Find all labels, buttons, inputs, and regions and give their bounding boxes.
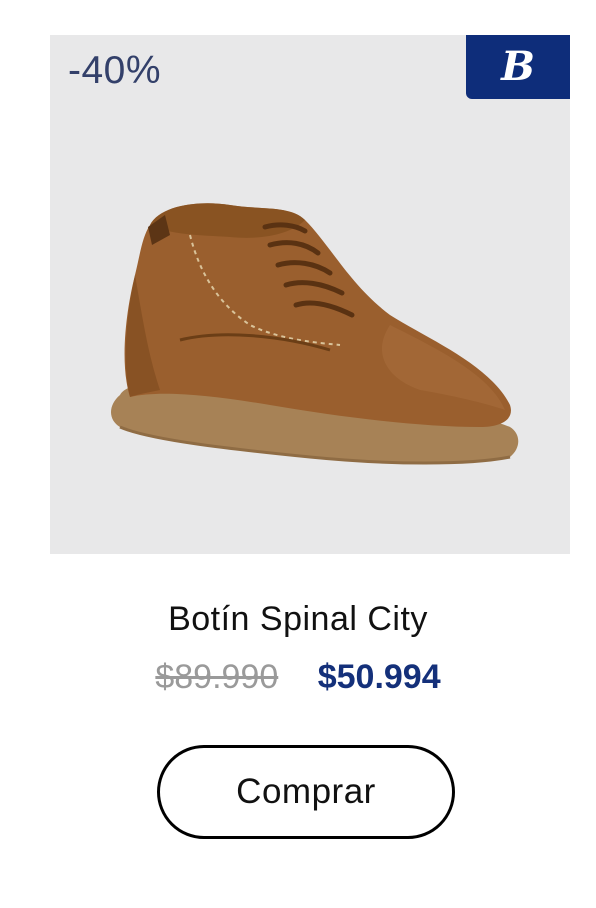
price-row: $89.990 $50.994 (0, 658, 596, 697)
shoe-image (111, 203, 519, 465)
discount-badge: -40% (68, 49, 162, 92)
product-title[interactable]: Botín Spinal City (0, 600, 596, 639)
old-price: $89.990 (155, 658, 279, 696)
buy-button[interactable]: Comprar (157, 745, 455, 839)
brand-logo-letter: B (501, 43, 535, 90)
brand-logo: B (466, 35, 570, 99)
product-card: -40% B Botín Spinal City $89.990 $50.994… (0, 0, 596, 908)
new-price: $50.994 (317, 658, 441, 696)
product-image-box[interactable]: -40% B (50, 35, 570, 554)
